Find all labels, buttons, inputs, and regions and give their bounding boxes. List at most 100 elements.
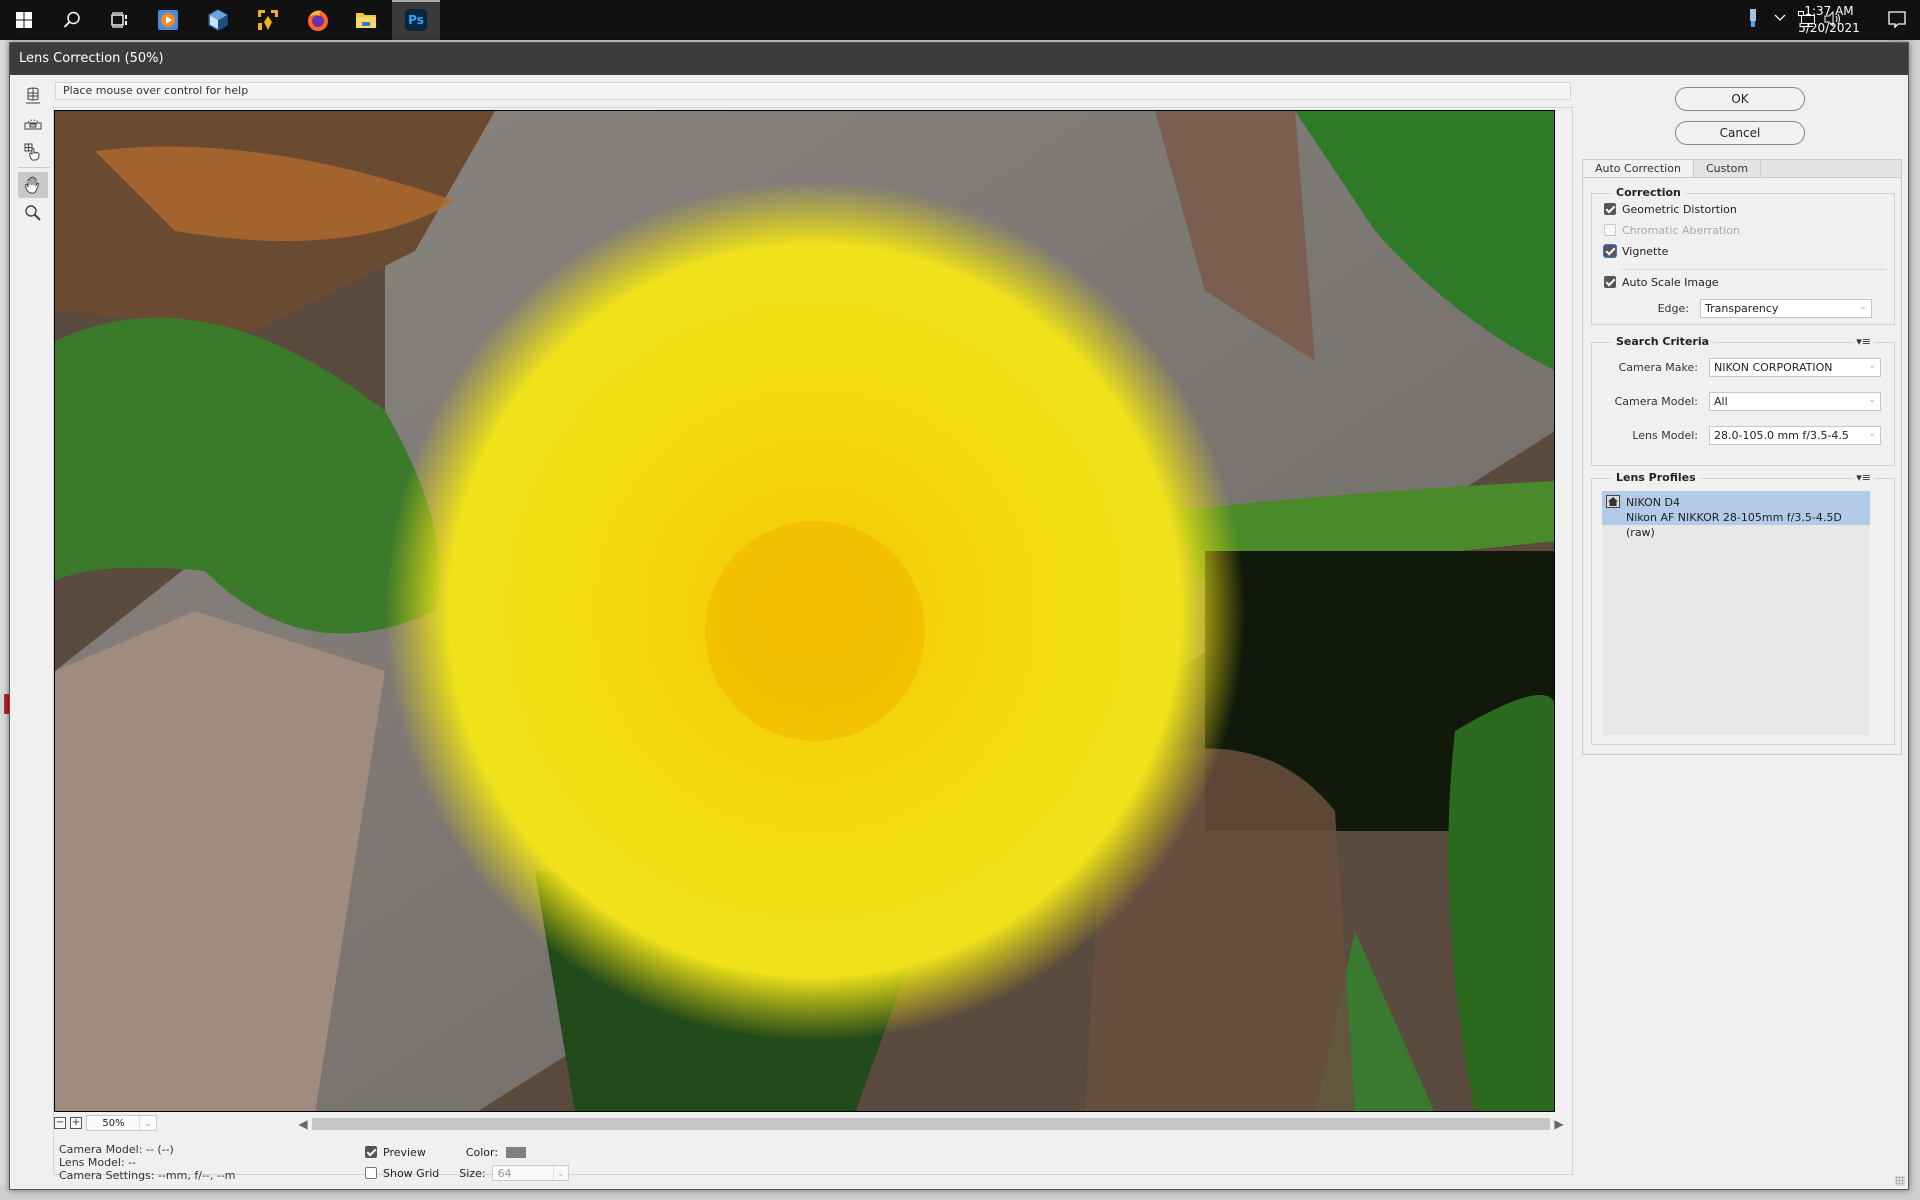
ok-button[interactable]: OK bbox=[1675, 87, 1805, 111]
geometric-distortion-checkbox[interactable] bbox=[1604, 203, 1616, 215]
camera-make-select[interactable]: NIKON CORPORATION ⌄ bbox=[1709, 357, 1881, 377]
grid-size-select[interactable]: 64 ⌄ bbox=[491, 1165, 569, 1181]
edge-value: Transparency bbox=[1705, 301, 1779, 315]
search-criteria-legend: Search Criteria bbox=[1612, 335, 1714, 348]
task-view-button[interactable] bbox=[96, 0, 144, 40]
windows-logo-icon bbox=[16, 12, 32, 28]
chevron-up-icon[interactable] bbox=[1774, 14, 1786, 22]
search-criteria-group: Search Criteria ▾≡ Camera Make: NIKON CO… bbox=[1591, 335, 1895, 466]
camera-model-value: All bbox=[1714, 394, 1728, 408]
camera-model-select[interactable]: All ⌄ bbox=[1709, 391, 1881, 411]
preview-image[interactable] bbox=[54, 110, 1555, 1112]
profile-camera: NIKON D4 bbox=[1626, 496, 1680, 509]
vignette-checkbox[interactable] bbox=[1604, 245, 1616, 257]
geometric-distortion-label: Geometric Distortion bbox=[1622, 202, 1737, 216]
start-button[interactable] bbox=[0, 0, 48, 40]
scroll-right-icon[interactable]: ▶ bbox=[1552, 1117, 1566, 1131]
auto-scale-checkbox[interactable] bbox=[1604, 276, 1616, 288]
resize-grip[interactable] bbox=[1895, 1176, 1905, 1186]
grid-color-swatch[interactable] bbox=[506, 1146, 527, 1158]
scroll-left-icon[interactable]: ◀ bbox=[296, 1117, 310, 1131]
chevron-down-icon: ⌄ bbox=[1868, 428, 1876, 439]
clock-date: 5/20/2021 bbox=[1798, 21, 1860, 35]
edge-select[interactable]: Transparency ⌄ bbox=[1700, 298, 1872, 318]
chromatic-aberration-label: Chromatic Aberration bbox=[1622, 223, 1740, 237]
firefox-button[interactable] bbox=[294, 0, 342, 40]
grid-color-label: Color: bbox=[465, 1145, 499, 1159]
vignette-label: Vignette bbox=[1622, 244, 1669, 258]
straighten-icon bbox=[24, 119, 42, 130]
network-app-icon bbox=[257, 9, 279, 31]
virtualbox-button[interactable] bbox=[194, 0, 242, 40]
camera-make-label: Camera Make: bbox=[1618, 360, 1698, 374]
search-criteria-menu-icon[interactable]: ▾≡ bbox=[1853, 335, 1874, 348]
chromatic-aberration-checkbox[interactable] bbox=[1604, 224, 1616, 236]
move-grid-tool[interactable] bbox=[18, 139, 48, 165]
zoom-controls: − + 50% ⌄ bbox=[54, 1115, 157, 1131]
usb-device-icon[interactable] bbox=[1748, 9, 1758, 29]
chevron-down-icon: ⌄ bbox=[1868, 360, 1876, 371]
tool-separator bbox=[18, 167, 50, 168]
remove-distortion-icon bbox=[26, 87, 40, 104]
lens-correction-dialog: Lens Correction (50%) Place mouse over c… bbox=[9, 42, 1909, 1190]
action-center-icon[interactable] bbox=[1888, 11, 1906, 29]
dialog-title: Lens Correction (50%) bbox=[10, 43, 1908, 75]
correction-legend: Correction bbox=[1612, 186, 1685, 199]
folder-icon bbox=[356, 13, 376, 28]
preview-checkbox[interactable] bbox=[365, 1146, 377, 1158]
horizontal-scrollbar[interactable]: ◀ ▶ bbox=[296, 1117, 1566, 1131]
zoom-out-button[interactable]: − bbox=[54, 1117, 66, 1129]
lens-profile-item[interactable]: NIKON D4 Nikon AF NIKKOR 28-105mm f/3.5-… bbox=[1602, 491, 1870, 539]
lens-model-value: 28.0-105.0 mm f/3.5-4.5 bbox=[1714, 428, 1849, 442]
cancel-button[interactable]: Cancel bbox=[1675, 121, 1805, 145]
clock-time: 1:37 AM bbox=[1804, 4, 1854, 18]
chevron-down-icon: ⌄ bbox=[1868, 394, 1876, 405]
chevron-down-icon: ⌄ bbox=[139, 1116, 156, 1130]
straighten-tool[interactable] bbox=[18, 111, 48, 137]
preview-options: Preview Color: Show Grid Size: 64 ⌄ bbox=[365, 1143, 569, 1182]
lens-profiles-legend: Lens Profiles bbox=[1612, 471, 1700, 484]
help-text: Place mouse over control for help bbox=[55, 82, 1571, 100]
file-explorer-button[interactable] bbox=[342, 0, 390, 40]
grid-size-value: 64 bbox=[497, 1166, 512, 1180]
camera-make-value: NIKON CORPORATION bbox=[1714, 360, 1833, 374]
camera-info: Camera Model: -- (--) Lens Model: -- Cam… bbox=[59, 1143, 236, 1182]
clock[interactable]: 1:37 AM 5/20/2021 bbox=[1794, 3, 1864, 37]
show-grid-checkbox[interactable] bbox=[365, 1167, 377, 1179]
photoshop-taskbar-button[interactable]: Ps bbox=[392, 0, 440, 40]
tab-auto-correction[interactable]: Auto Correction bbox=[1583, 160, 1694, 177]
virtualbox-icon bbox=[208, 9, 228, 31]
correction-group: Correction Geometric Distortion Chromati… bbox=[1591, 186, 1895, 325]
tab-custom[interactable]: Custom bbox=[1694, 160, 1762, 177]
home-icon bbox=[1606, 495, 1620, 508]
camera-settings-info: Camera Settings: --mm, f/--, --m bbox=[59, 1169, 236, 1182]
lens-model-select[interactable]: 28.0-105.0 mm f/3.5-4.5 ⌄ bbox=[1709, 425, 1881, 445]
hand-icon bbox=[24, 176, 40, 194]
auto-correction-panel: Correction Geometric Distortion Chromati… bbox=[1582, 177, 1902, 755]
lens-model-info: Lens Model: -- bbox=[59, 1156, 137, 1169]
remove-distortion-tool[interactable] bbox=[18, 83, 48, 109]
correction-tabs: Auto Correction Custom bbox=[1582, 159, 1902, 177]
firefox-icon bbox=[308, 10, 328, 31]
lens-profiles-menu-icon[interactable]: ▾≡ bbox=[1853, 471, 1874, 484]
hand-tool[interactable] bbox=[18, 172, 48, 198]
zoom-level-select[interactable]: 50% ⌄ bbox=[86, 1115, 157, 1131]
auto-scale-label: Auto Scale Image bbox=[1622, 275, 1719, 289]
scrollbar-thumb[interactable] bbox=[312, 1118, 1550, 1130]
system-tray: 1:37 AM 5/20/2021 bbox=[1620, 0, 1920, 40]
camera-model-info: Camera Model: -- (--) bbox=[59, 1143, 174, 1156]
media-player-button[interactable] bbox=[144, 0, 192, 40]
move-grid-icon bbox=[24, 143, 40, 161]
search-button[interactable] bbox=[48, 0, 96, 40]
grid-size-label: Size: bbox=[459, 1166, 486, 1180]
zoom-in-button[interactable]: + bbox=[70, 1117, 82, 1129]
task-view-icon bbox=[111, 12, 127, 28]
taskbar: Ps 1:37 AM 5/20/2021 bbox=[0, 0, 1920, 40]
lens-profiles-list[interactable]: NIKON D4 Nikon AF NIKKOR 28-105mm f/3.5-… bbox=[1602, 491, 1870, 735]
media-player-icon bbox=[158, 10, 178, 30]
photoshop-icon: Ps bbox=[405, 9, 427, 31]
tool-palette bbox=[18, 83, 50, 228]
chevron-down-icon: ⌄ bbox=[1859, 301, 1867, 312]
zoom-tool[interactable] bbox=[18, 200, 48, 226]
network-app-button[interactable] bbox=[244, 0, 292, 40]
